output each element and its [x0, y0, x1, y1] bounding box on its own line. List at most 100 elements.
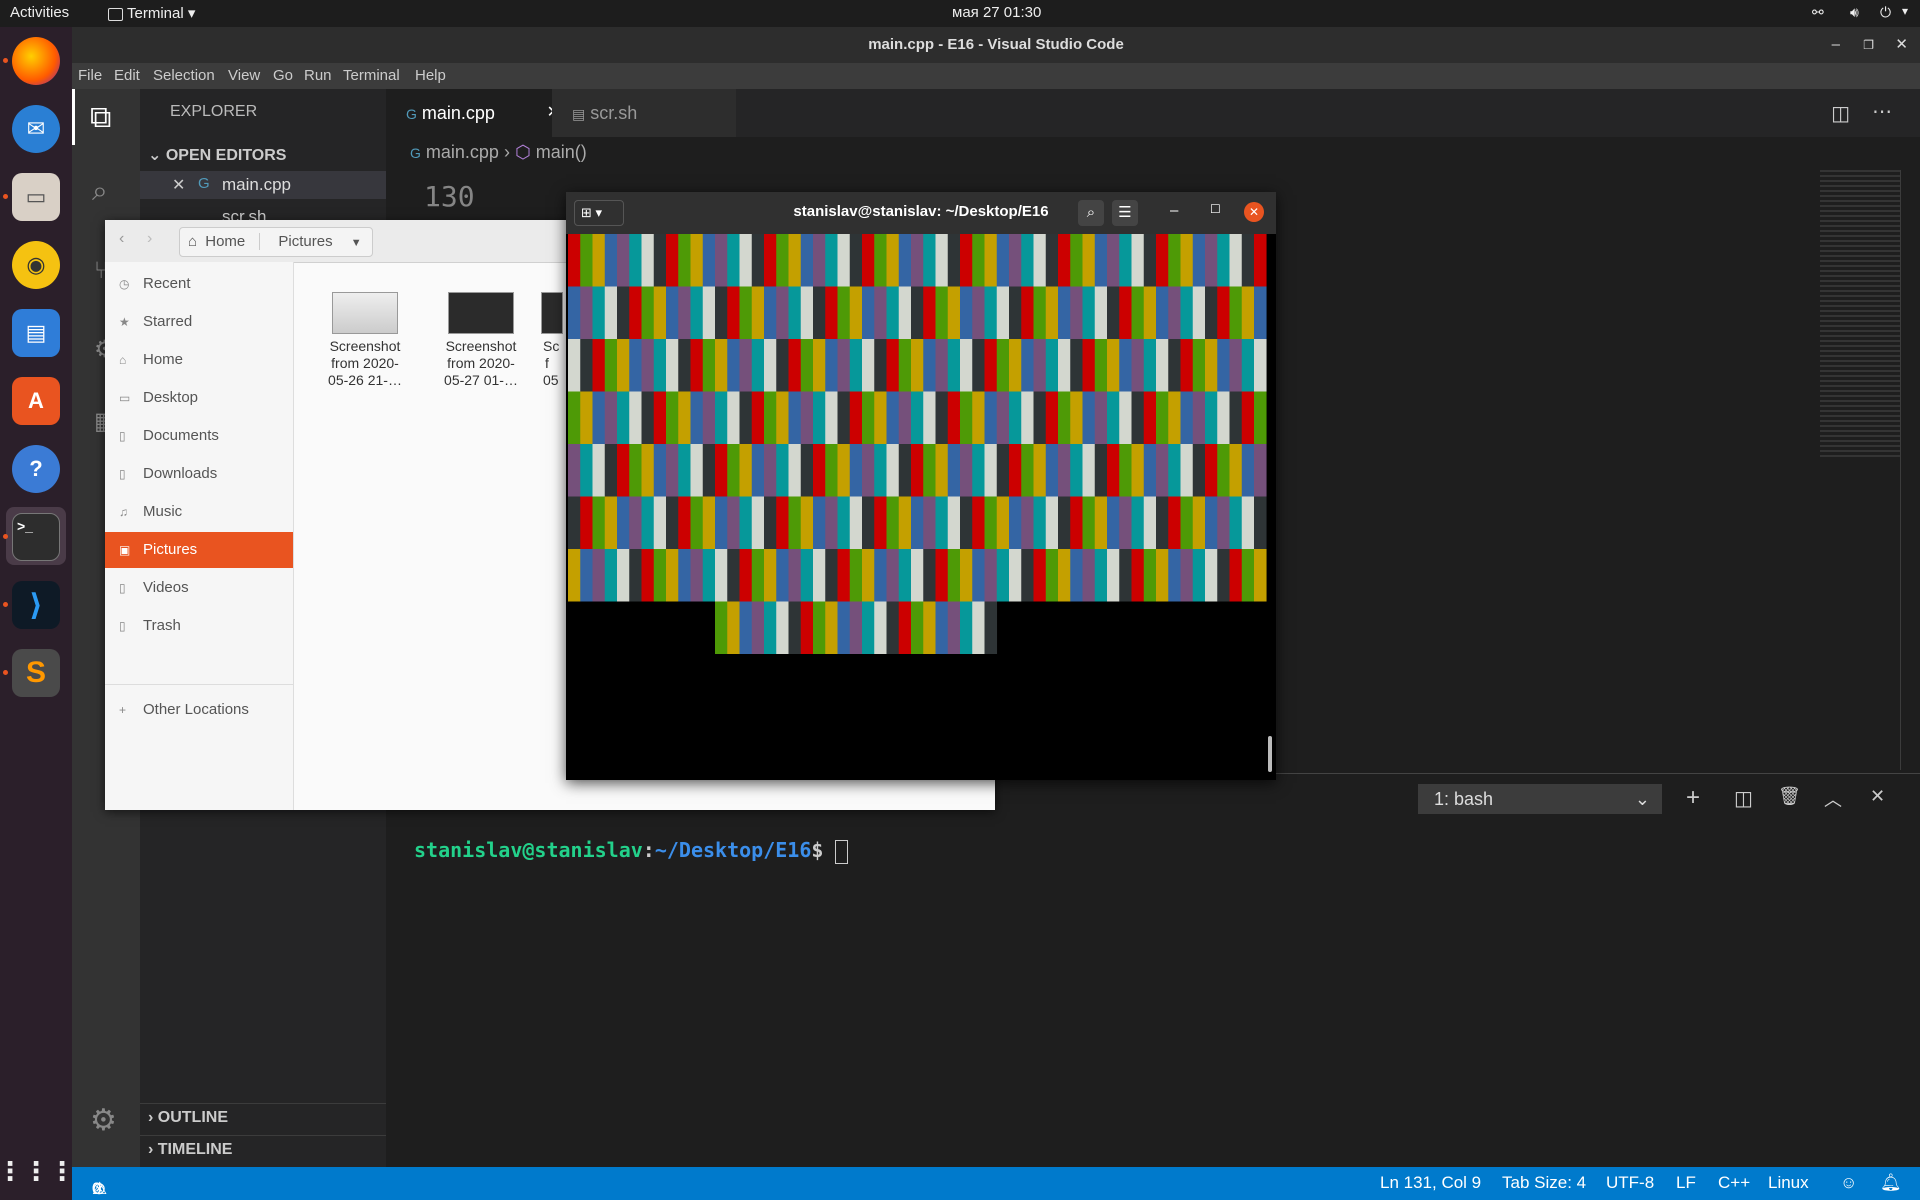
color-cell [1131, 391, 1145, 444]
terminal-select[interactable]: 1: bash ⌄ [1418, 784, 1662, 814]
hamburger-menu-icon[interactable]: ☰ [1112, 200, 1138, 226]
vscode-icon[interactable]: ⟩ [12, 581, 60, 629]
outline-section[interactable]: › OUTLINE [148, 1109, 228, 1127]
open-editors-section[interactable]: ⌄ OPEN EDITORS [148, 145, 286, 165]
more-actions-icon[interactable]: ⋯ [1872, 99, 1892, 124]
maximize-icon[interactable]: ❐ [1863, 27, 1874, 63]
menu-edit[interactable]: Edit [114, 67, 140, 84]
encoding[interactable]: UTF-8 [1606, 1173, 1654, 1193]
places-item-starred[interactable]: ★ Starred [105, 304, 293, 340]
color-cell [1082, 444, 1096, 497]
forward-icon[interactable]: › [147, 230, 152, 248]
breadcrumb-symbol[interactable]: main() [536, 142, 587, 162]
breadcrumb-file[interactable]: main.cpp [426, 142, 499, 162]
cursor-position[interactable]: Ln 131, Col 9 [1380, 1173, 1481, 1193]
terminal-prompt[interactable]: stanislav@stanislav:~/Desktop/E16$ [414, 838, 849, 864]
maximize-icon[interactable]: ☐ [1210, 202, 1221, 216]
menu-help[interactable]: Help [415, 67, 446, 84]
back-icon[interactable]: ‹ [119, 230, 124, 248]
menu-terminal[interactable]: Terminal [343, 67, 400, 84]
color-cell [1168, 286, 1181, 339]
notifications-bell-icon[interactable]: 🔔︎ [1880, 1173, 1902, 1193]
file-item[interactable]: Sc f 05 [535, 292, 565, 389]
language-mode[interactable]: C++ [1718, 1173, 1750, 1193]
settings-gear-icon[interactable]: ⚙ [90, 1103, 117, 1138]
system-menu-chevron-icon[interactable]: ▾ [1902, 4, 1908, 18]
menu-view[interactable]: View [228, 67, 260, 84]
close-panel-icon[interactable]: ✕ [1870, 786, 1885, 807]
color-cell [874, 286, 887, 339]
open-editor-item[interactable]: ✕ G main.cpp [140, 171, 386, 199]
scrollbar-track[interactable] [1900, 170, 1901, 770]
other-locations[interactable]: + Other Locations [105, 692, 293, 728]
power-icon[interactable]: ⏻ [1880, 4, 1891, 21]
cpp-file-icon: G [410, 145, 421, 161]
libreoffice-writer-icon[interactable]: ▤ [12, 309, 60, 357]
path-home[interactable]: Home [205, 233, 261, 250]
color-cell [653, 496, 667, 549]
rhythmbox-icon[interactable]: ◉ [12, 241, 60, 289]
feedback-icon[interactable]: ☺ [1840, 1173, 1857, 1193]
minimize-icon[interactable]: – [1832, 27, 1840, 63]
new-terminal-icon[interactable]: + [1686, 784, 1700, 812]
file-item[interactable]: Screenshot from 2020- 05-27 01-… [433, 292, 529, 389]
vscode-titlebar: main.cpp - E16 - Visual Studio Code – ❐ … [72, 27, 1920, 63]
minimap[interactable] [1820, 170, 1900, 460]
sublime-text-icon[interactable]: S [12, 649, 60, 697]
software-center-icon[interactable]: A [12, 377, 60, 425]
terminal-icon[interactable]: >_ [12, 513, 60, 561]
split-editor-icon[interactable]: ◫ [1831, 101, 1850, 126]
timeline-section[interactable]: › TIMELINE [148, 1141, 232, 1159]
color-cell [1168, 339, 1181, 392]
close-icon[interactable]: ✕ [1895, 27, 1908, 63]
places-item-pictures[interactable]: ▣ Pictures [105, 532, 293, 568]
tab-main-cpp[interactable]: G main.cpp ✕ [386, 89, 572, 137]
minimize-icon[interactable]: – [1170, 202, 1178, 219]
menu-run[interactable]: Run [304, 67, 332, 84]
trash-icon[interactable]: 🗑︎ [1778, 786, 1801, 807]
firefox-icon[interactable] [12, 37, 60, 85]
places-item-trash[interactable]: ▯ Trash [105, 608, 293, 644]
close-icon[interactable]: ✕ [1244, 202, 1264, 222]
volume-icon[interactable]: 🔊︎ [1850, 4, 1859, 21]
network-icon[interactable]: ⚯ [1812, 4, 1824, 21]
places-item-desktop[interactable]: ▭ Desktop [105, 380, 293, 416]
menu-go[interactable]: Go [273, 67, 293, 84]
places-item-videos[interactable]: ▯ Videos [105, 570, 293, 606]
app-menu[interactable]: Terminal ▾ [108, 4, 195, 22]
terminal-output[interactable] [568, 234, 1268, 778]
color-cell [592, 339, 606, 392]
path-pictures[interactable]: Pictures [278, 233, 332, 250]
help-icon[interactable]: ? [12, 445, 60, 493]
menu-selection[interactable]: Selection [153, 67, 215, 84]
new-tab-button[interactable]: ⊞ ▾ [574, 200, 624, 226]
places-item-downloads[interactable]: ▯ Downloads [105, 456, 293, 492]
clock[interactable]: мая 27 01:30 [952, 4, 1041, 21]
tab-size[interactable]: Tab Size: 4 [1502, 1173, 1586, 1193]
color-cell [1156, 391, 1169, 444]
line-ending[interactable]: LF [1676, 1173, 1696, 1193]
close-icon[interactable]: ✕ [172, 175, 185, 195]
search-icon[interactable]: ⌕ [1078, 200, 1104, 226]
places-item-home[interactable]: ⌂ Home [105, 342, 293, 378]
file-item[interactable]: Screenshot from 2020- 05-26 21-… [317, 292, 413, 389]
chevron-down-icon[interactable]: ▼ [351, 237, 362, 249]
tab-scr-sh[interactable]: ▤ scr.sh [552, 89, 736, 137]
split-terminal-icon[interactable]: ◫ [1734, 786, 1753, 811]
os[interactable]: Linux [1768, 1173, 1809, 1193]
activities-button[interactable]: Activities [10, 4, 69, 21]
color-cell [947, 549, 961, 602]
search-icon[interactable]: ⌕ [92, 175, 108, 208]
places-item-music[interactable]: ♫ Music [105, 494, 293, 530]
color-cell [911, 444, 924, 497]
places-item-recent[interactable]: ◷ Recent [105, 266, 293, 302]
menu-file[interactable]: File [78, 67, 102, 84]
chevron-up-icon[interactable]: ︿ [1824, 786, 1842, 812]
thunderbird-icon[interactable]: ✉ [12, 105, 60, 153]
explorer-icon[interactable]: ⧉ [90, 101, 111, 135]
scrollbar-thumb[interactable] [1268, 736, 1272, 772]
show-applications-icon[interactable]: ⋮⋮⋮ [0, 1147, 75, 1195]
files-icon[interactable]: ▭ [12, 173, 60, 221]
places-item-documents[interactable]: ▯ Documents [105, 418, 293, 454]
places-item-label: Documents [143, 427, 219, 444]
